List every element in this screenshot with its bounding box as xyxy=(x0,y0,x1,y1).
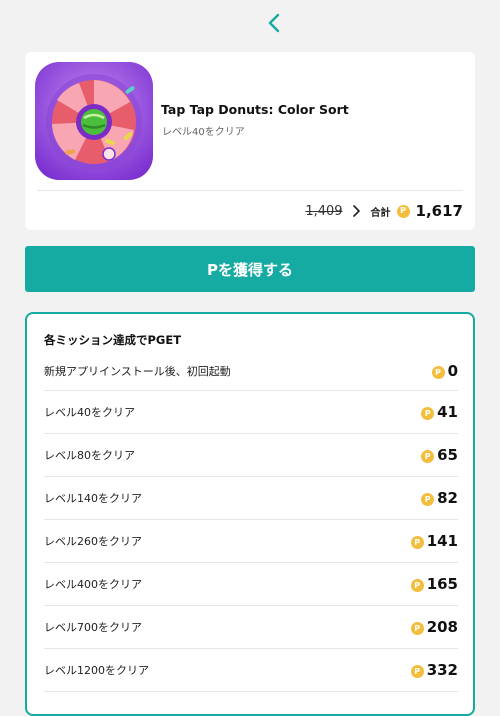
mission-points: 0 xyxy=(447,362,458,380)
p-coin-icon: P xyxy=(421,493,435,506)
chevron-right-icon xyxy=(349,204,363,218)
p-coin-icon: P xyxy=(431,366,445,379)
mission-points: 41 xyxy=(437,403,458,421)
mission-row: レベル40をクリア P 41 xyxy=(44,391,458,434)
mission-label: レベル700をクリア xyxy=(44,621,142,634)
p-coin-icon: P xyxy=(396,204,410,218)
p-coin-icon: P xyxy=(410,579,424,592)
app-condition: レベル40をクリア xyxy=(162,127,245,138)
mission-label: 新規アプリインストール後、初回起動 xyxy=(44,365,231,378)
p-coin-icon: P xyxy=(410,622,424,635)
mission-reward: P 65 xyxy=(421,446,458,464)
p-coin-icon: P xyxy=(421,450,435,463)
missions-title: 各ミッション達成でPGET xyxy=(44,333,182,347)
mission-points: 65 xyxy=(437,446,458,464)
mission-points: 165 xyxy=(426,575,458,593)
mission-points: 141 xyxy=(426,532,458,550)
mission-row: レベル140をクリア P 82 xyxy=(44,477,458,520)
app-title: Tap Tap Donuts: Color Sort xyxy=(161,102,349,117)
mission-reward: P 165 xyxy=(410,575,458,593)
mission-reward: P 208 xyxy=(410,618,458,636)
mission-label: レベル400をクリア xyxy=(44,578,142,591)
mission-points: 332 xyxy=(426,661,458,679)
p-coin-icon: P xyxy=(410,536,424,549)
mission-list: 新規アプリインストール後、初回起動 P 0 レベル40をクリア P 41 レベル… xyxy=(44,352,458,692)
total-label: 合計 xyxy=(370,207,391,219)
mission-row: レベル80をクリア P 65 xyxy=(44,434,458,477)
top-bar xyxy=(0,0,500,46)
missions-panel: 各ミッション達成でPGET 新規アプリインストール後、初回起動 P 0 レベル4… xyxy=(25,312,475,716)
mission-reward: P 41 xyxy=(421,403,458,421)
mission-row: レベル400をクリア P 165 xyxy=(44,563,458,606)
price-row: 1,409 合計 P 1,617 xyxy=(305,200,463,222)
p-coin-icon: P xyxy=(410,665,424,678)
back-button[interactable] xyxy=(262,10,286,36)
p-coin-icon: P xyxy=(421,407,435,420)
divider xyxy=(37,190,463,191)
get-points-button[interactable]: Pを獲得する xyxy=(25,246,475,292)
mission-label: レベル40をクリア xyxy=(44,406,135,419)
original-price: 1,409 xyxy=(305,203,343,219)
total-points: 1,617 xyxy=(415,202,463,220)
mission-reward: P 332 xyxy=(410,661,458,679)
mission-label: レベル140をクリア xyxy=(44,492,142,505)
mission-row: レベル700をクリア P 208 xyxy=(44,606,458,649)
app-icon[interactable] xyxy=(35,62,153,180)
mission-reward: P 82 xyxy=(421,489,458,507)
mission-reward: P 0 xyxy=(431,362,458,380)
mission-points: 82 xyxy=(437,489,458,507)
mission-row: レベル1200をクリア P 332 xyxy=(44,649,458,692)
mission-points: 208 xyxy=(426,618,458,636)
mission-label: レベル80をクリア xyxy=(44,449,135,462)
mission-label: レベル1200をクリア xyxy=(44,664,149,677)
chevron-left-icon xyxy=(268,13,280,33)
mission-row: レベル260をクリア P 141 xyxy=(44,520,458,563)
mission-reward: P 141 xyxy=(410,532,458,550)
app-card: Tap Tap Donuts: Color Sort レベル40をクリア 1,4… xyxy=(25,52,475,230)
mission-label: レベル260をクリア xyxy=(44,535,142,548)
mission-row: 新規アプリインストール後、初回起動 P 0 xyxy=(44,352,458,391)
